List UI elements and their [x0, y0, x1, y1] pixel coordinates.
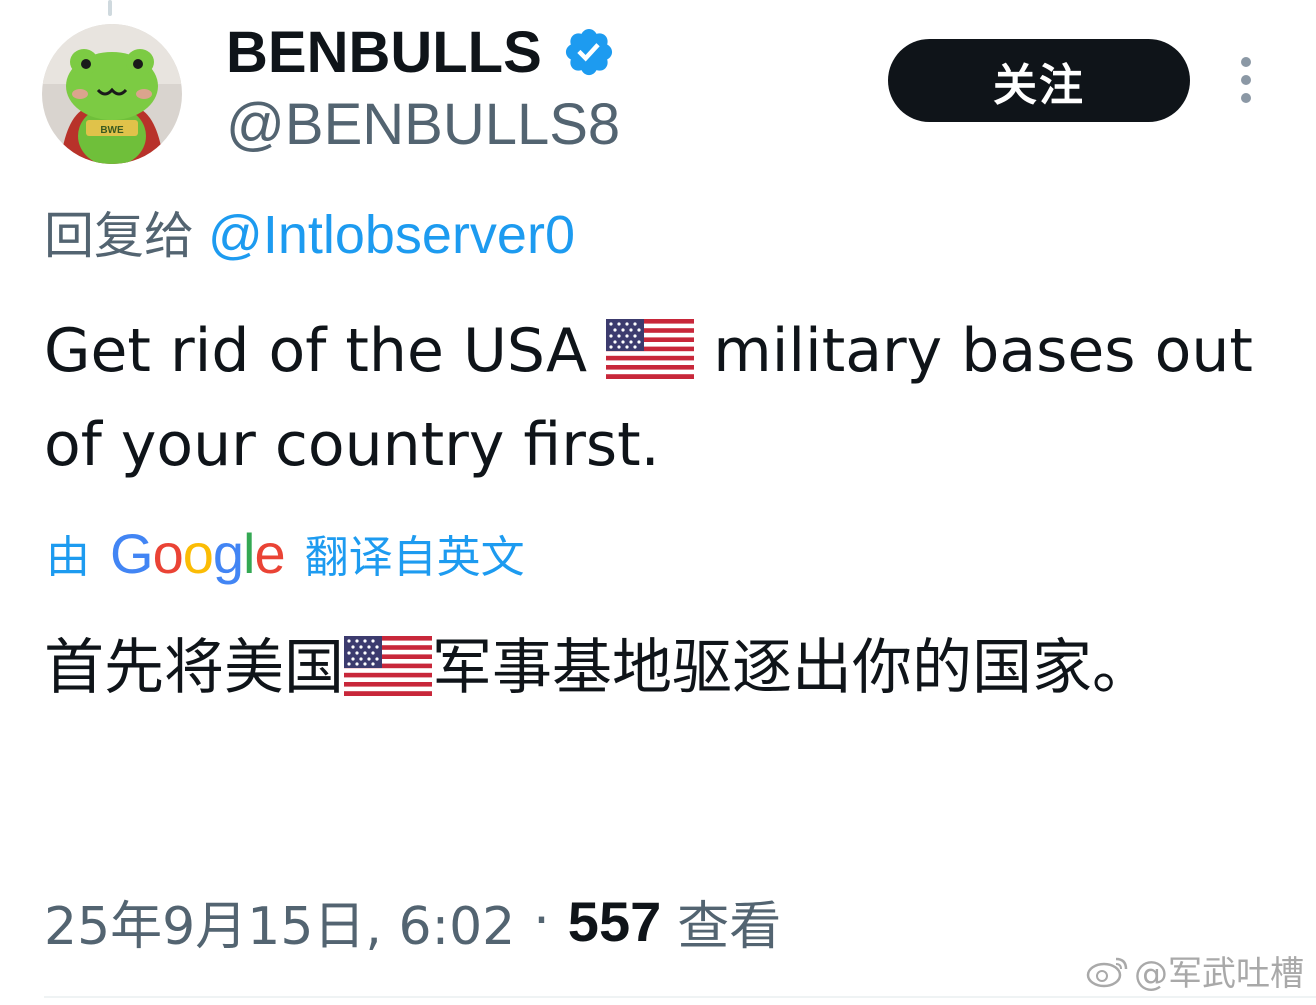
reply-mention-link[interactable]: @Intlobserver0 [208, 205, 575, 265]
replying-to-line: 回复给 @Intlobserver0 [44, 200, 575, 271]
svg-text:BWE: BWE [100, 125, 124, 136]
thread-connector-line [108, 0, 112, 16]
google-logo: Google [110, 521, 286, 585]
tweet-text: Get rid of the USA military bases out of… [44, 304, 1274, 492]
author-name-row: BENBULLS [226, 16, 616, 88]
author-handle[interactable]: @BENBULLS8 [226, 92, 620, 158]
timestamp[interactable]: 25年9月15日, 6:02 [44, 884, 515, 959]
us-flag-icon [344, 636, 432, 697]
avatar[interactable]: BWE [42, 24, 182, 164]
translate-by-label: 由 [46, 532, 90, 583]
green-frog-superhero-plush-icon: BWE [42, 24, 182, 164]
us-flag-icon [606, 319, 695, 380]
watermark-text: @军武吐槽 [1134, 954, 1304, 994]
divider [44, 996, 1316, 998]
meta-separator: · [533, 891, 550, 951]
translate-attribution[interactable]: 由 Google 翻译自英文 [46, 518, 525, 588]
view-label: 查看 [677, 896, 782, 957]
translate-suffix-label: 翻译自英文 [304, 532, 525, 583]
display-name[interactable]: BENBULLS [226, 19, 542, 86]
translated-text-part1: 首先将美国 [44, 633, 344, 703]
verified-badge-icon [565, 28, 612, 76]
reply-prefix: 回复给 [44, 207, 194, 265]
weibo-logo-icon [1086, 957, 1128, 987]
follow-button[interactable]: 关注 [888, 39, 1190, 122]
tweet-text-part1: Get rid of the USA [44, 316, 607, 386]
more-options-button[interactable] [1226, 56, 1266, 106]
translated-text: 首先将美国 军事基地驱逐出你的国家。 [44, 620, 1284, 716]
view-count: 557 [567, 889, 662, 953]
translated-text-part2: 军事基地驱逐出你的国家。 [432, 633, 1152, 703]
vertical-ellipsis-icon [1241, 57, 1251, 103]
watermark: @军武吐槽 [1086, 946, 1304, 995]
tweet-meta-row: 25年9月15日, 6:02 · 557 查看 [44, 884, 781, 958]
